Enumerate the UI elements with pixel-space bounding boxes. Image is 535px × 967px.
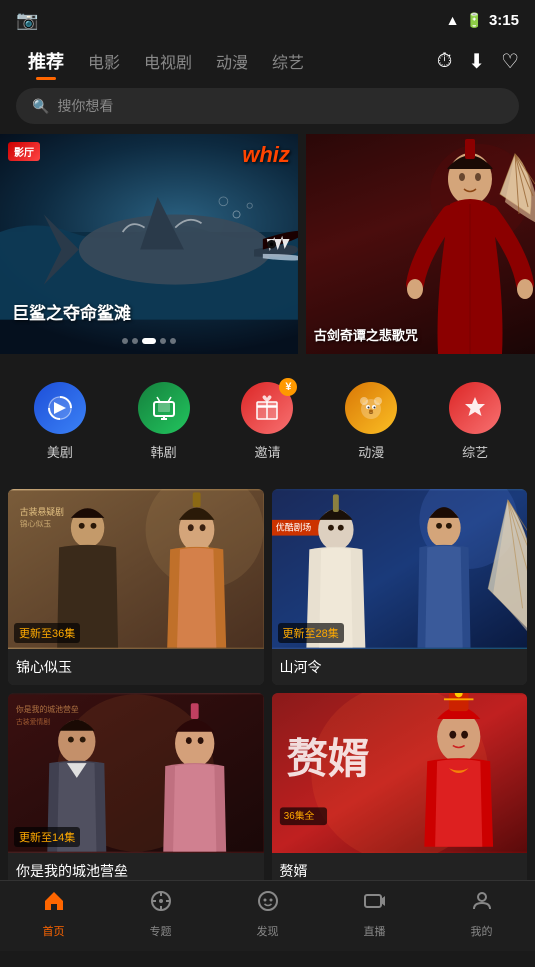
search-icon: 🔍 — [32, 98, 49, 115]
zongyi-label: 综艺 — [462, 442, 488, 461]
nav-right-icons: ⏱ ⬇ ♡ — [437, 49, 519, 74]
card-jinxin-image: 古装悬疑剧 锦心似玉 — [8, 489, 264, 649]
bnav-zhuanti[interactable]: 专题 — [131, 889, 191, 939]
card-shanheling-badge: 更新至28集 — [278, 623, 344, 643]
bnav-wode-label: 我的 — [471, 923, 493, 939]
banner-area: 影厅 whiz 巨鲨之夺命鲨滩 — [0, 134, 535, 354]
nav-item-dianshiju[interactable]: 电视剧 — [132, 45, 204, 77]
card-chengchi-image: 你是我的城池营垒 古装爱情剧 — [8, 693, 264, 853]
card-shanheling-figure: 优酷剧场 — [272, 489, 528, 649]
yaoqing-badge: ¥ — [279, 378, 297, 396]
hanju-label: 韩剧 — [151, 442, 177, 461]
bnav-zhibo-label: 直播 — [364, 923, 386, 939]
card-jinxin[interactable]: 古装悬疑剧 锦心似玉 — [8, 489, 264, 685]
cat-item-zongyi[interactable]: 综艺 — [449, 382, 501, 461]
bnav-home[interactable]: 首页 — [24, 889, 84, 939]
live-icon — [363, 889, 387, 919]
zongyi-icon-bg — [449, 382, 501, 434]
search-bar[interactable]: 🔍 搜你想看 — [16, 88, 519, 124]
home-icon — [42, 889, 66, 919]
cards-grid: 古装悬疑剧 锦心似玉 — [0, 489, 535, 889]
history-icon[interactable]: ⏱ — [437, 50, 453, 73]
nav-item-tuijian[interactable]: 推荐 — [16, 44, 76, 78]
battery-icon: 🔋 — [466, 12, 483, 29]
svg-text:你是我的城池营垒: 你是我的城池营垒 — [16, 704, 79, 714]
bnav-home-label: 首页 — [43, 923, 65, 939]
bottom-nav: 首页 专题 发现 — [0, 880, 535, 951]
svg-text:锦心似玉: 锦心似玉 — [20, 519, 52, 529]
yaoqing-icon-bg: ¥ — [241, 382, 293, 434]
svg-text:赘婿: 赘婿 — [286, 736, 369, 782]
cat-item-hanju[interactable]: 韩剧 — [138, 382, 190, 461]
profile-icon — [470, 889, 494, 919]
wifi-icon: ▲ — [446, 12, 460, 28]
card-jinxin-badge: 更新至36集 — [14, 623, 80, 643]
card-zhuixu-image: 赘婿 — [272, 693, 528, 853]
dongman-icon-bg — [345, 382, 397, 434]
favorite-icon[interactable]: ♡ — [501, 49, 519, 74]
nav-item-dongman[interactable]: 动漫 — [204, 45, 260, 77]
camera-icon: 📷 — [16, 10, 38, 31]
status-icons: ▲ 🔋 3:15 — [446, 12, 519, 29]
hanju-icon-bg — [138, 382, 190, 434]
status-bar: 📷 ▲ 🔋 3:15 — [0, 0, 535, 36]
yaoqing-label: 邀请 — [254, 442, 280, 461]
dongman-label: 动漫 — [358, 442, 384, 461]
bnav-zhuanti-label: 专题 — [150, 923, 172, 939]
search-placeholder: 搜你想看 — [57, 96, 113, 116]
dot-1 — [122, 338, 128, 344]
banner-dots — [122, 338, 176, 344]
bnav-faxian-label: 发现 — [257, 923, 279, 939]
cat-item-yaoqing[interactable]: ¥ 邀请 — [241, 382, 293, 461]
dot-4 — [160, 338, 166, 344]
card-chengchi[interactable]: 你是我的城池营垒 古装爱情剧 — [8, 693, 264, 889]
main-banner-title: 巨鲨之夺命鲨滩 — [12, 299, 131, 324]
nav-item-zongyi[interactable]: 综艺 — [260, 45, 316, 77]
side-banner-title: 古剑奇谭之悲歌咒 — [314, 325, 527, 344]
card-jinxin-title: 锦心似玉 — [8, 649, 264, 685]
meiju-icon-bg — [34, 382, 86, 434]
dot-2 — [132, 338, 138, 344]
nav-item-dianying[interactable]: 电影 — [76, 45, 132, 77]
discover-icon — [256, 889, 280, 919]
categories-row: 美剧 韩剧 — [0, 366, 535, 477]
bnav-faxian[interactable]: 发现 — [238, 889, 298, 939]
dot-5 — [170, 338, 176, 344]
card-zhuixu[interactable]: 赘婿 — [272, 693, 528, 889]
svg-text:古装爱情剧: 古装爱情剧 — [16, 717, 50, 726]
bnav-wode[interactable]: 我的 — [452, 889, 512, 939]
card-zhuixu-figure: 赘婿 — [272, 693, 528, 853]
cat-item-meiju[interactable]: 美剧 — [34, 382, 86, 461]
side-banner[interactable]: 古剑奇谭之悲歌咒 — [306, 134, 535, 354]
side-banner-person — [306, 134, 535, 354]
svg-text:36集全: 36集全 — [283, 809, 314, 822]
bnav-zhibo[interactable]: 直播 — [345, 889, 405, 939]
card-shanheling-title: 山河令 — [272, 649, 528, 685]
dot-3 — [142, 338, 156, 344]
card-chengchi-figure: 你是我的城池营垒 古装爱情剧 — [8, 693, 264, 853]
download-icon[interactable]: ⬇ — [468, 49, 485, 74]
card-shanheling-image: 优酷剧场 — [272, 489, 528, 649]
card-jinxin-figure: 古装悬疑剧 锦心似玉 — [8, 489, 264, 649]
main-banner-badge: 影厅 — [8, 142, 40, 161]
svg-text:优酷剧场: 优酷剧场 — [275, 522, 310, 533]
svg-text:古装悬疑剧: 古装悬疑剧 — [20, 506, 64, 517]
meiju-label: 美剧 — [47, 442, 73, 461]
compass-icon — [149, 889, 173, 919]
main-banner[interactable]: 影厅 whiz 巨鲨之夺命鲨滩 — [0, 134, 298, 354]
whiz-logo: whiz — [242, 142, 290, 168]
status-time: 3:15 — [489, 12, 519, 29]
cat-item-dongman[interactable]: 动漫 — [345, 382, 397, 461]
top-nav: 推荐 电影 电视剧 动漫 综艺 ⏱ ⬇ ♡ — [0, 36, 535, 88]
card-chengchi-badge: 更新至14集 — [14, 827, 80, 847]
card-shanheling[interactable]: 优酷剧场 — [272, 489, 528, 685]
